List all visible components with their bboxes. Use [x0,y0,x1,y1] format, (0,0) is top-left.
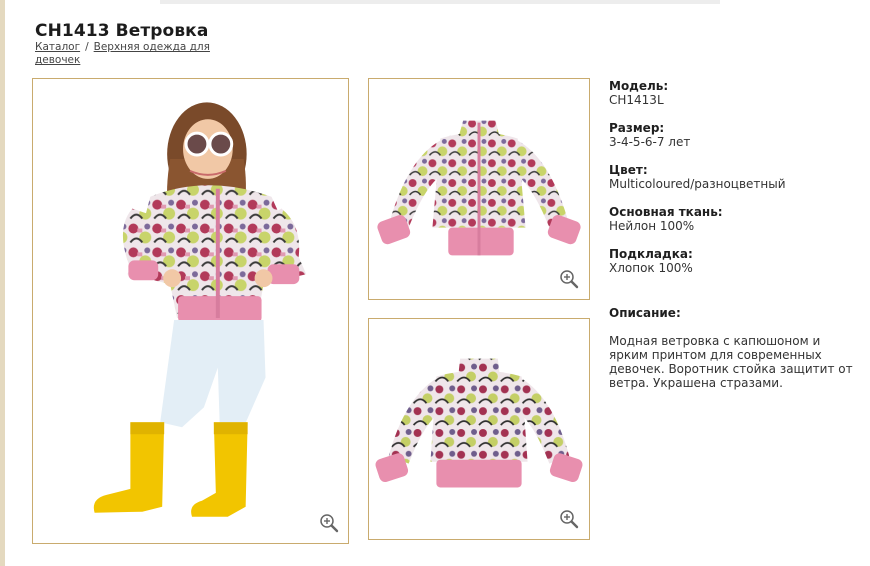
spec-label: Подкладка: [609,247,693,261]
spec-label: Цвет: [609,163,648,177]
zoom-icon[interactable] [559,509,579,529]
spec-size: Размер: 3-4-5-6-7 лет [609,121,859,149]
product-description: Описание: Модная ветровка с капюшоном и … [609,306,859,390]
spec-main-fabric: Основная ткань: Нейлон 100% [609,205,859,233]
back-view-image [375,358,583,488]
description-label: Описание: [609,306,681,320]
spec-value: CH1413L [609,93,664,107]
breadcrumb: Каталог / Верхняя одежда для девочек [35,41,235,67]
breadcrumb-catalog-link[interactable]: Каталог [35,41,80,53]
front-view-photo[interactable] [368,78,590,300]
description-text: Модная ветровка с капюшоном и ярким прин… [609,334,853,390]
spec-label: Модель: [609,79,669,93]
spec-value: Нейлон 100% [609,219,695,233]
spec-label: Размер: [609,121,665,135]
left-border [0,0,5,566]
top-divider [160,0,720,4]
spec-value: Хлопок 100% [609,261,693,275]
spec-value: Multicoloured/разноцветный [609,177,786,191]
front-view-image [377,120,581,256]
product-specs: Модель: CH1413L Размер: 3-4-5-6-7 лет Цв… [609,79,859,289]
spec-model: Модель: CH1413L [609,79,859,107]
zoom-icon[interactable] [319,513,339,533]
zoom-icon[interactable] [559,269,579,289]
main-product-photo[interactable] [32,78,349,544]
spec-lining: Подкладка: Хлопок 100% [609,247,859,275]
back-view-photo[interactable] [368,318,590,540]
spec-label: Основная ткань: [609,205,723,219]
spec-value: 3-4-5-6-7 лет [609,135,691,149]
spec-color: Цвет: Multicoloured/разноцветный [609,163,859,191]
breadcrumb-separator: / [85,41,89,53]
page-title: CH1413 Ветровка [35,21,209,41]
main-product-image [93,102,307,517]
